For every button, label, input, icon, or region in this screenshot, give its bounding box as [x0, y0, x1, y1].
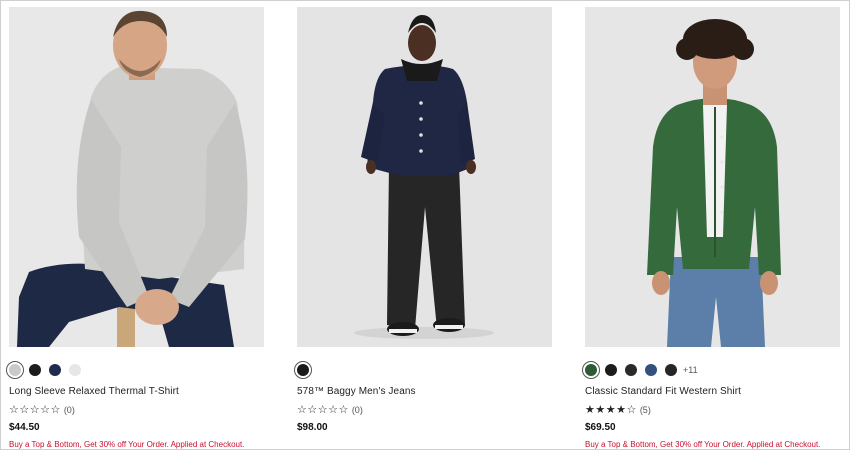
product-price: $44.50 [9, 422, 40, 433]
color-swatch[interactable] [605, 364, 617, 376]
star-rating-icon: ☆☆☆☆☆ [297, 404, 349, 416]
review-count: (0) [351, 405, 363, 415]
color-swatches [6, 361, 264, 379]
color-swatch[interactable] [69, 364, 81, 376]
color-swatch[interactable] [29, 364, 41, 376]
product-rating[interactable]: ☆☆☆☆☆ (0) [297, 404, 552, 416]
product-grid: Long Sleeve Relaxed Thermal T-Shirt ☆☆☆☆… [6, 7, 841, 449]
color-swatch[interactable] [49, 364, 61, 376]
product-price: $69.50 [585, 422, 616, 433]
product-card: +11 Classic Standard Fit Western Shirt ★… [582, 7, 840, 449]
review-count: (5) [639, 405, 651, 415]
color-swatch[interactable] [665, 364, 677, 376]
product-rating[interactable]: ☆☆☆☆☆ (0) [9, 404, 264, 416]
promo-message[interactable]: Buy a Top & Bottom, Get 30% off Your Ord… [585, 440, 840, 449]
review-count: (0) [63, 405, 75, 415]
star-rating-icon: ☆☆☆☆☆ [9, 404, 61, 416]
more-colors-link[interactable]: +11 [683, 365, 698, 375]
product-price: $98.00 [297, 422, 328, 433]
product-card: Long Sleeve Relaxed Thermal T-Shirt ☆☆☆☆… [6, 7, 264, 449]
color-swatch[interactable] [645, 364, 657, 376]
color-swatch[interactable] [625, 364, 637, 376]
star-rating-icon: ★★★★☆ [585, 404, 637, 416]
color-swatches [294, 361, 552, 379]
product-image[interactable] [9, 7, 264, 347]
product-rating[interactable]: ★★★★☆ (5) [585, 404, 840, 416]
product-card: 578™ Baggy Men's Jeans ☆☆☆☆☆ (0) $98.00 [294, 7, 552, 433]
product-name[interactable]: 578™ Baggy Men's Jeans [297, 386, 552, 397]
color-swatches: +11 [582, 361, 840, 379]
baggy-jeans-photo [297, 7, 552, 347]
product-image[interactable] [585, 7, 840, 347]
color-swatch[interactable] [582, 361, 600, 379]
thermal-shirt-photo [9, 7, 264, 347]
product-name[interactable]: Classic Standard Fit Western Shirt [585, 386, 840, 397]
color-swatch[interactable] [6, 361, 24, 379]
product-image[interactable] [297, 7, 552, 347]
promo-message[interactable]: Buy a Top & Bottom, Get 30% off Your Ord… [9, 440, 264, 449]
product-name[interactable]: Long Sleeve Relaxed Thermal T-Shirt [9, 386, 264, 397]
western-shirt-photo [585, 7, 840, 347]
color-swatch[interactable] [294, 361, 312, 379]
